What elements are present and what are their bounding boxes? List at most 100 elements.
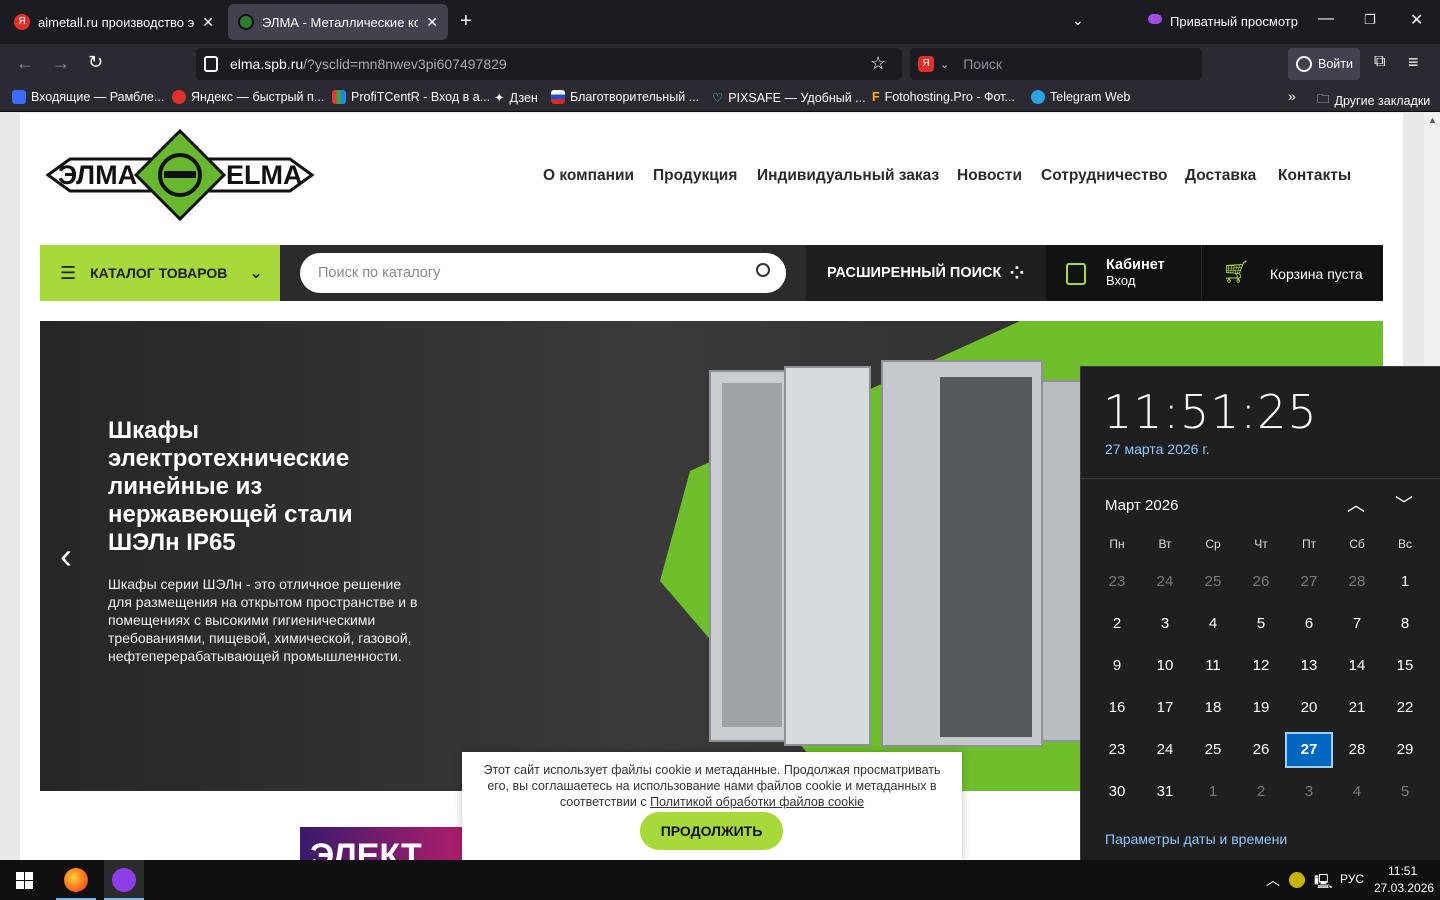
tray-chevron-up-icon[interactable]: ︿ [1266, 870, 1280, 890]
calendar-day[interactable]: 11 [1189, 648, 1237, 684]
calendar-day[interactable]: 17 [1141, 690, 1189, 726]
site-info-icon[interactable] [204, 56, 218, 72]
other-bookmarks[interactable]: 🗀 Другие закладки [1317, 90, 1430, 111]
new-tab-icon[interactable]: + [460, 10, 472, 33]
cart-button[interactable]: 🛒︎ Корзина пуста [1202, 245, 1383, 301]
nav-custom-order[interactable]: Индивидуальный заказ [757, 167, 939, 185]
cookie-continue-button[interactable]: ПРОДОЛЖИТЬ [640, 812, 783, 850]
close-tab-icon[interactable]: ✕ [202, 14, 214, 31]
promo-banner[interactable]: ЭЛЕКТ [300, 827, 470, 860]
calendar-day[interactable]: 20 [1285, 690, 1333, 726]
reload-icon[interactable]: ↻ [88, 52, 103, 73]
address-bar[interactable]: elma.spb.ru/?ysclid=mn8nwev3pi607497829 … [196, 48, 902, 80]
tray-app-icon[interactable] [1289, 872, 1305, 888]
search-icon[interactable] [756, 263, 770, 277]
menu-icon[interactable]: ≡ [1408, 52, 1419, 73]
taskbar-firefox[interactable] [56, 860, 96, 900]
bookmark-star-icon[interactable]: ☆ [870, 53, 886, 74]
taskbar-firefox-private[interactable] [104, 860, 144, 900]
scroll-up-icon[interactable]: ▲ [1428, 115, 1437, 125]
calendar-day[interactable]: 18 [1189, 690, 1237, 726]
prev-month-chevron-up-icon[interactable]: ︿ [1347, 491, 1365, 517]
calendar-day[interactable]: 25 [1189, 564, 1237, 600]
calendar-day[interactable]: 13 [1285, 648, 1333, 684]
calendar-day[interactable]: 5 [1237, 606, 1285, 642]
nav-contacts[interactable]: Контакты [1278, 167, 1351, 185]
calendar-day[interactable]: 7 [1333, 606, 1381, 642]
calendar-day[interactable]: 14 [1333, 648, 1381, 684]
advanced-search-button[interactable]: РАСШИРЕННЫЙ ПОИСК ⁘ [806, 245, 1046, 301]
calendar-day[interactable]: 12 [1237, 648, 1285, 684]
calendar-day[interactable]: 1 [1189, 774, 1237, 810]
cabinet-button[interactable]: Кабинет Вход [1046, 245, 1201, 301]
calendar-day[interactable]: 3 [1285, 774, 1333, 810]
calendar-day[interactable]: 1 [1381, 564, 1429, 600]
elma-logo[interactable]: ЭЛМА ELMA [40, 128, 320, 222]
calendar-day[interactable]: 8 [1381, 606, 1429, 642]
restore-icon[interactable]: ❐ [1364, 12, 1376, 28]
taskbar-date[interactable]: 27.03.2026 [1374, 881, 1434, 895]
calendar-day[interactable]: 9 [1093, 648, 1141, 684]
calendar-day[interactable]: 4 [1333, 774, 1381, 810]
bookmark-fotohosting[interactable]: F Fotohosting.Pro - Фот... [872, 90, 1015, 104]
calendar-day[interactable]: 27 [1285, 732, 1333, 768]
extensions-icon[interactable]: ⧉ [1374, 53, 1385, 71]
bookmark-charity[interactable]: Благотворительный ... [551, 90, 699, 104]
input-language[interactable]: РУС [1340, 872, 1364, 886]
tab-aimetall[interactable]: Я aimetall.ru производство элект ✕ [4, 4, 224, 40]
nav-news[interactable]: Новости [957, 167, 1022, 185]
yandex-search-engine-icon[interactable]: Я [918, 56, 934, 72]
calendar-day[interactable]: 22 [1381, 690, 1429, 726]
calendar-day[interactable]: 24 [1141, 732, 1189, 768]
calendar-day[interactable]: 19 [1237, 690, 1285, 726]
calendar-day[interactable]: 28 [1333, 564, 1381, 600]
bookmark-telegram[interactable]: Telegram Web [1031, 90, 1130, 104]
slider-prev-icon[interactable]: ‹ [60, 535, 72, 577]
calendar-day[interactable]: 28 [1333, 732, 1381, 768]
next-month-chevron-down-icon[interactable]: ﹀ [1395, 491, 1413, 517]
calendar-day[interactable]: 29 [1381, 732, 1429, 768]
calendar-day[interactable]: 26 [1237, 732, 1285, 768]
nav-cooperation[interactable]: Сотрудничество [1041, 167, 1168, 185]
tab-list-chevron-icon[interactable]: ⌄ [1072, 12, 1084, 29]
bookmark-pixsafe[interactable]: ♡ PIXSAFE — Удобный ... [712, 90, 866, 106]
calendar-day[interactable]: 23 [1093, 564, 1141, 600]
bookmark-dzen[interactable]: ✦ Дзен [494, 90, 538, 106]
more-bookmarks-icon[interactable]: » [1288, 88, 1296, 104]
full-date-link[interactable]: 27 марта 2026 г. [1105, 441, 1210, 457]
calendar-day[interactable]: 15 [1381, 648, 1429, 684]
signin-button[interactable]: Войти [1288, 48, 1360, 80]
calendar-day[interactable]: 31 [1141, 774, 1189, 810]
engine-chevron-icon[interactable]: ⌄ [940, 58, 949, 71]
calendar-day[interactable]: 2 [1093, 606, 1141, 642]
nav-products[interactable]: Продукция [653, 167, 737, 185]
calendar-day[interactable]: 4 [1189, 606, 1237, 642]
cookie-policy-link[interactable]: Политикой обработки файлов cookie [650, 795, 864, 809]
calendar-day[interactable]: 24 [1141, 564, 1189, 600]
tab-elma[interactable]: ЭЛМА - Металлические корпу ✕ [228, 4, 448, 40]
catalog-button[interactable]: ☰ КАТАЛОГ ТОВАРОВ ⌄ [40, 245, 280, 301]
network-icon[interactable]: 🖳︎ [1314, 871, 1333, 895]
calendar-day[interactable]: 25 [1189, 732, 1237, 768]
calendar-day[interactable]: 5 [1381, 774, 1429, 810]
calendar-day[interactable]: 23 [1093, 732, 1141, 768]
bookmark-rambler[interactable]: Входящие — Рамбле... [12, 90, 164, 104]
date-time-settings-link[interactable]: Параметры даты и времени [1105, 831, 1287, 847]
calendar-day[interactable]: 27 [1285, 564, 1333, 600]
close-tab-icon[interactable]: ✕ [426, 14, 438, 31]
search-bar[interactable]: Я ⌄ Поиск [910, 48, 1202, 80]
bookmark-profitcentr[interactable]: ProfiTCentR - Вход в а... [332, 90, 490, 104]
minimize-icon[interactable]: — [1318, 10, 1334, 28]
nav-delivery[interactable]: Доставка [1185, 167, 1256, 185]
close-window-icon[interactable]: ✕ [1410, 10, 1423, 30]
back-icon[interactable]: ← [16, 53, 34, 74]
calendar-day[interactable]: 2 [1237, 774, 1285, 810]
forward-icon[interactable]: → [52, 53, 70, 74]
windows-start-icon[interactable] [16, 872, 33, 889]
bookmark-yandex[interactable]: Яндекс — быстрый п... [172, 90, 324, 104]
calendar-day[interactable]: 16 [1093, 690, 1141, 726]
catalog-search-input[interactable]: Поиск по каталогу [300, 253, 786, 293]
calendar-day[interactable]: 26 [1237, 564, 1285, 600]
calendar-day[interactable]: 30 [1093, 774, 1141, 810]
nav-about[interactable]: О компании [543, 167, 634, 185]
